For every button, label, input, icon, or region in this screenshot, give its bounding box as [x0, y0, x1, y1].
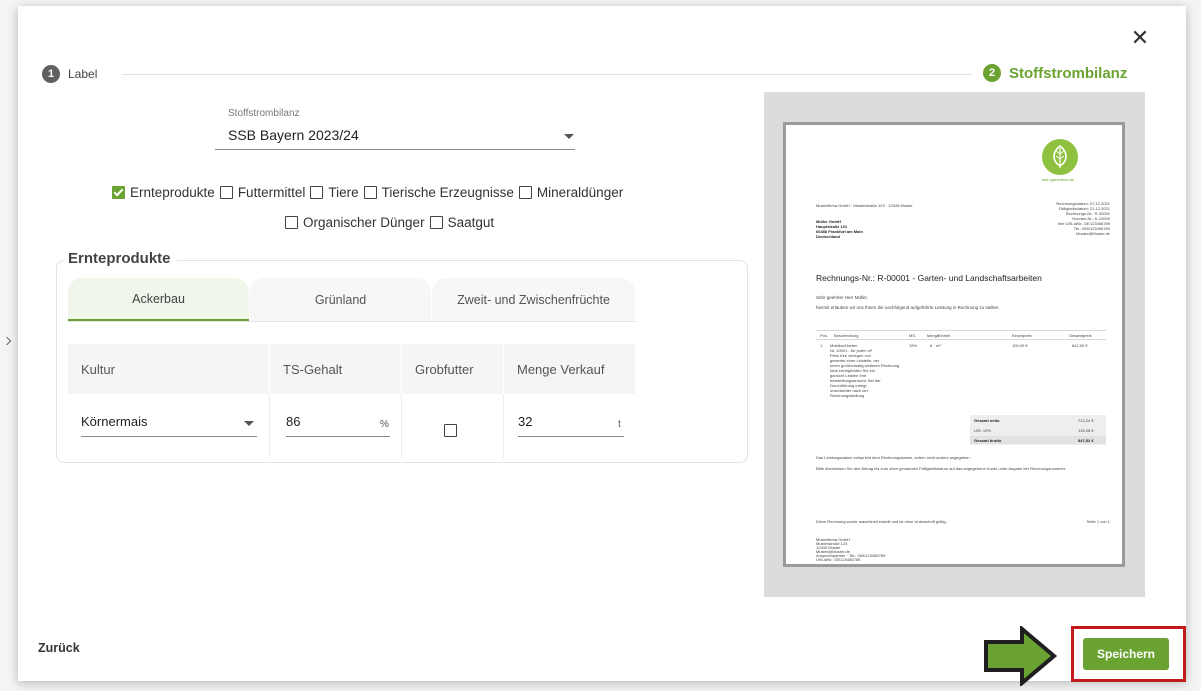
tab-bar: Ackerbau Grünland Zweit- und Zwischenfrü… [68, 278, 636, 322]
select-label: Stoffstrombilanz [228, 108, 300, 119]
ts-gehalt-field[interactable]: 86 % [270, 394, 402, 458]
tab-ackerbau[interactable]: Ackerbau [68, 278, 250, 321]
item-pos: 1. [820, 343, 824, 348]
close-icon[interactable]: ✕ [1130, 27, 1150, 49]
step-stoffstrombilanz[interactable]: 2 Stoffstrombilanz [983, 64, 1127, 82]
menge-value: 32 [518, 414, 533, 429]
total-label: Gesamt brutto [974, 438, 1002, 443]
tab-divider [68, 321, 636, 322]
chevron-right-icon [2, 336, 12, 346]
intro-text: hiermit erlauben wir uns Ihnen die nachf… [816, 305, 1000, 310]
total-label: Gesamt netto [974, 418, 1000, 423]
grobfutter-checkbox[interactable] [444, 424, 457, 437]
table-header: Kultur TS-Gehalt Grobfutter Menge Verkau… [68, 344, 636, 394]
total-value: 712,24 € [1078, 418, 1094, 423]
ts-gehalt-value: 86 [286, 414, 301, 429]
stoffstrombilanz-select[interactable]: Stoffstrombilanz SSB Bayern 2023/24 [215, 108, 575, 150]
ts-gehalt-unit: % [380, 419, 389, 430]
column-header-ts-gehalt: TS-Gehalt [270, 344, 402, 394]
checkbox-checked-icon[interactable] [112, 186, 125, 199]
total-value: 135,28 € [1078, 428, 1094, 433]
kultur-select[interactable]: Körnermais [68, 394, 270, 458]
checkbox-icon[interactable] [363, 186, 377, 199]
tab-gruenland[interactable]: Grünland [250, 278, 432, 321]
grobfutter-cell [402, 394, 504, 458]
back-button[interactable]: Zurück [38, 641, 80, 655]
meta-line: Muster@Muster.de [1076, 231, 1110, 236]
invoice-preview-page: dein gartenbau.de Musterfirma GmbH · Mus… [783, 122, 1125, 567]
total-value: 847,52 € [1078, 438, 1094, 443]
category-checkboxes: Ernteprodukte Futtermittel Tiere Tierisc… [112, 185, 628, 200]
th-unit: Einheit [938, 333, 951, 338]
total-label: USt. 19% [974, 428, 991, 433]
table-row: Körnermais 86 % 32 t [68, 394, 636, 458]
recipient-line: Deutschland [816, 234, 841, 239]
footer-note: Diese Rechnung wurde maschinell erstellt… [816, 519, 947, 524]
th-price: Einzelpreis [1012, 333, 1032, 338]
checkbox-tierische-erzeugnisse[interactable]: Tierische Erzeugnisse [363, 185, 514, 200]
tab-zweit-zwischenfruechte[interactable]: Zweit- und Zwischenfrüchte [432, 278, 635, 321]
item-total: 642,00 € [1072, 343, 1088, 348]
th-total: Gesamtpreis [1069, 333, 1092, 338]
save-button[interactable]: Speichern [1083, 638, 1169, 670]
item-price: 100,90 € [1012, 343, 1028, 348]
step-connector [122, 74, 972, 75]
footer-note: Bitte überweisen Sie den Betrag bis zum … [816, 466, 1066, 471]
field-underline [286, 436, 390, 437]
footer-note: Das Leistungsdatum entspricht dem Rechnu… [816, 455, 971, 460]
checkbox-icon[interactable] [219, 186, 233, 199]
item-ms: 19% [909, 343, 918, 348]
step-number-active: 2 [983, 64, 1001, 82]
select-value: SSB Bayern 2023/24 [228, 127, 359, 143]
menge-unit: t [618, 419, 621, 430]
table-rule [816, 339, 1106, 340]
checkbox-icon[interactable] [285, 216, 298, 229]
page-number: Seite 1 von 1 [1086, 519, 1110, 524]
invoice-heading: Rechnungs-Nr.: R-00001 - Garten- und Lan… [816, 273, 1042, 283]
company-footer-line: USt-IdNr.: DE123456789 [816, 557, 861, 562]
checkbox-organischer-duenger[interactable]: Organischer Dünger [285, 215, 425, 230]
category-checkboxes-2: Organischer Dünger Saatgut [285, 215, 499, 230]
greeting: Sehr geehrter Herr Müller, [816, 295, 869, 300]
table-rule [816, 330, 1106, 331]
item-note: Rechnungsstellung. [830, 393, 866, 398]
checkbox-icon[interactable] [429, 216, 443, 229]
checkbox-tiere[interactable]: Tiere [310, 185, 359, 200]
chevron-down-icon [564, 134, 574, 139]
checkbox-saatgut[interactable]: Saatgut [429, 215, 494, 230]
checkbox-mineralduenger[interactable]: Mineraldünger [518, 185, 623, 200]
leaf-icon [1053, 145, 1067, 168]
th-ms: MS. [909, 333, 917, 338]
leaf-logo-icon [1042, 139, 1078, 175]
step-title-active: Stoffstrombilanz [1009, 64, 1128, 82]
item-qty: 6 [930, 343, 933, 348]
checkbox-icon[interactable] [518, 186, 532, 199]
column-header-menge-verkauf: Menge Verkauf [504, 344, 636, 394]
step-number: 1 [42, 65, 60, 83]
arrow-right-icon [984, 626, 1058, 686]
checkbox-futtermittel[interactable]: Futtermittel [219, 185, 305, 200]
section-title: Ernteprodukte [64, 250, 177, 267]
th-pos: Pos. [820, 333, 829, 338]
checkbox-ernteprodukte[interactable]: Ernteprodukte [112, 185, 215, 200]
step-label[interactable]: 1 Label [42, 65, 97, 83]
column-header-grobfutter: Grobfutter [402, 344, 504, 394]
item-unit: m² [936, 343, 941, 348]
th-desc: Beschreibung [834, 333, 859, 338]
menge-verkauf-field[interactable]: 32 t [504, 394, 636, 458]
field-underline [518, 436, 624, 437]
sender-line: Musterfirma GmbH · Musterstraße 123 · 12… [816, 203, 913, 208]
invoice-preview-panel: dein gartenbau.de Musterfirma GmbH · Mus… [764, 92, 1145, 597]
chevron-down-icon [244, 421, 254, 426]
field-underline [81, 436, 257, 437]
step-title: Label [68, 67, 98, 81]
checkbox-icon[interactable] [310, 186, 324, 199]
logo-text: dein gartenbau.de [1042, 177, 1075, 182]
kultur-value: Körnermais [81, 414, 148, 429]
column-header-kultur: Kultur [68, 344, 270, 394]
crop-table: Kultur TS-Gehalt Grobfutter Menge Verkau… [68, 344, 636, 458]
